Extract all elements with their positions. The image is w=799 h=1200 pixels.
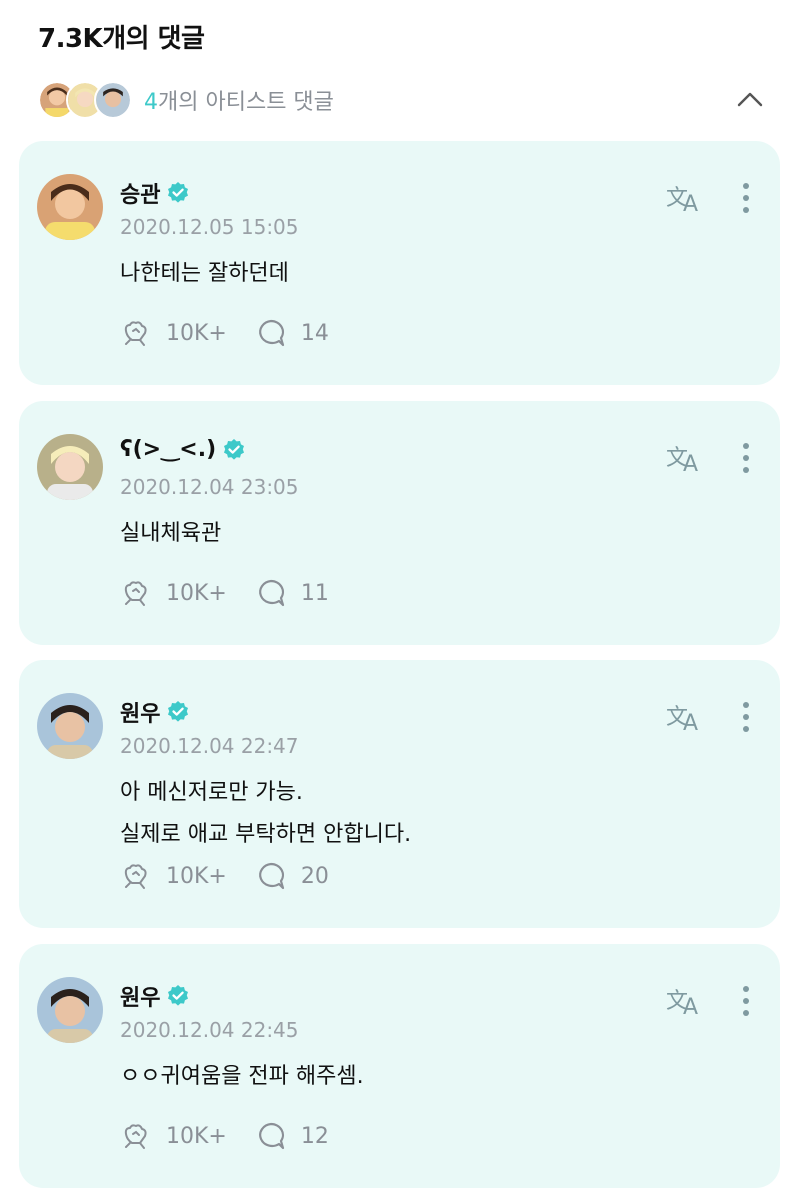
comment-timestamp: 2020.12.04 23:05 [120, 475, 299, 499]
comment-text: ㅇㅇ귀여움을 전파 해주셈. [120, 1056, 364, 1098]
comment-timestamp: 2020.12.04 22:47 [120, 734, 299, 758]
reply-button[interactable]: 14 [255, 317, 329, 349]
artist-comment-label-text: 개의 아티스트 댓글 [158, 90, 334, 115]
comment-line: ㅇㅇ귀여움을 전파 해주셈. [120, 1064, 364, 1089]
svg-text:A: A [683, 192, 698, 215]
verified-badge-icon [168, 182, 189, 203]
author-name[interactable]: 원우 [120, 696, 160, 728]
comment-timestamp: 2020.12.04 22:45 [120, 1018, 299, 1042]
comment-text: 실내체육관 [120, 513, 221, 555]
chevron-up-icon[interactable] [736, 86, 764, 114]
avatar[interactable] [37, 977, 103, 1043]
comment-count-title: 7.3K개의 댓글 [38, 24, 205, 54]
comment-actions: 10K+ 12 [120, 1120, 329, 1152]
verified-badge-icon [168, 701, 189, 722]
like-count: 10K+ [166, 1123, 227, 1149]
reply-bubble-icon [259, 579, 284, 607]
cheer-icon[interactable] [120, 860, 152, 892]
author-row: 원우 [120, 980, 190, 1012]
avatar[interactable] [37, 434, 103, 500]
artist-comments-toggle[interactable]: 4개의 아티스트 댓글 [38, 78, 768, 122]
author-row: 원우 [120, 696, 190, 728]
comment-text: 나한테는 잘하던데 [120, 253, 289, 295]
artist-comment-label: 4개의 아티스트 댓글 [144, 84, 334, 116]
reply-button[interactable]: 11 [255, 577, 329, 609]
comment-text: 아 메신저로만 가능. 실제로 애교 부탁하면 안합니다. [120, 772, 411, 856]
comment-line: 실내체육관 [120, 521, 222, 546]
reply-count: 14 [300, 320, 329, 346]
comment-timestamp: 2020.12.05 15:05 [120, 215, 299, 239]
avatar [94, 81, 132, 119]
translate-icon[interactable]: 文A [665, 984, 705, 1018]
comment-card: ʕ(>‿<.) 2020.12.04 23:05 실내체육관 10K+ 11 文… [19, 401, 780, 645]
cheer-icon[interactable] [120, 1120, 152, 1152]
avatar[interactable] [37, 174, 103, 240]
more-options-icon[interactable] [736, 984, 756, 1018]
comment-actions: 10K+ 14 [120, 317, 329, 349]
verified-badge-icon [224, 438, 245, 460]
comment-card: 승관 2020.12.05 15:05 나한테는 잘하던데 10K+ 14 文A [19, 141, 780, 385]
author-name[interactable]: ʕ(>‿<.) [120, 437, 216, 462]
more-options-icon[interactable] [736, 181, 756, 215]
svg-text:A: A [683, 452, 698, 475]
reply-bubble-icon [259, 319, 284, 347]
reply-count: 12 [300, 1123, 329, 1149]
reply-bubble-icon [259, 862, 284, 890]
reply-button[interactable]: 12 [255, 1120, 329, 1152]
verified-badge-icon [168, 985, 189, 1006]
author-row: ʕ(>‿<.) [120, 437, 246, 462]
cheer-icon[interactable] [120, 577, 152, 609]
svg-text:A: A [683, 995, 698, 1018]
svg-text:A: A [683, 711, 698, 734]
avatar[interactable] [37, 693, 103, 759]
comment-line: 나한테는 잘하던데 [120, 261, 289, 286]
translate-icon[interactable]: 文A [665, 181, 705, 215]
translate-icon[interactable]: 文A [665, 700, 705, 734]
author-name[interactable]: 원우 [120, 980, 160, 1012]
comment-actions: 10K+ 11 [120, 577, 329, 609]
comment-actions: 10K+ 20 [120, 860, 329, 892]
more-options-icon[interactable] [736, 441, 756, 475]
translate-icon[interactable]: 文A [665, 441, 705, 475]
author-name[interactable]: 승관 [120, 177, 160, 209]
more-options-icon[interactable] [736, 700, 756, 734]
comment-line: 아 메신저로만 가능. [120, 780, 303, 805]
artist-comment-count: 4 [144, 90, 158, 115]
comment-card: 원우 2020.12.04 22:47 아 메신저로만 가능. 실제로 애교 부… [19, 660, 780, 928]
author-row: 승관 [120, 177, 190, 209]
like-count: 10K+ [166, 863, 227, 889]
comment-line: 실제로 애교 부탁하면 안합니다. [120, 822, 412, 847]
comment-card: 원우 2020.12.04 22:45 ㅇㅇ귀여움을 전파 해주셈. 10K+ … [19, 944, 780, 1188]
reply-count: 11 [300, 580, 329, 606]
reply-bubble-icon [259, 1122, 284, 1150]
artist-avatar-stack [38, 81, 132, 119]
reply-button[interactable]: 20 [255, 860, 329, 892]
like-count: 10K+ [166, 580, 227, 606]
reply-count: 20 [300, 863, 329, 889]
like-count: 10K+ [166, 320, 227, 346]
cheer-icon[interactable] [120, 317, 152, 349]
